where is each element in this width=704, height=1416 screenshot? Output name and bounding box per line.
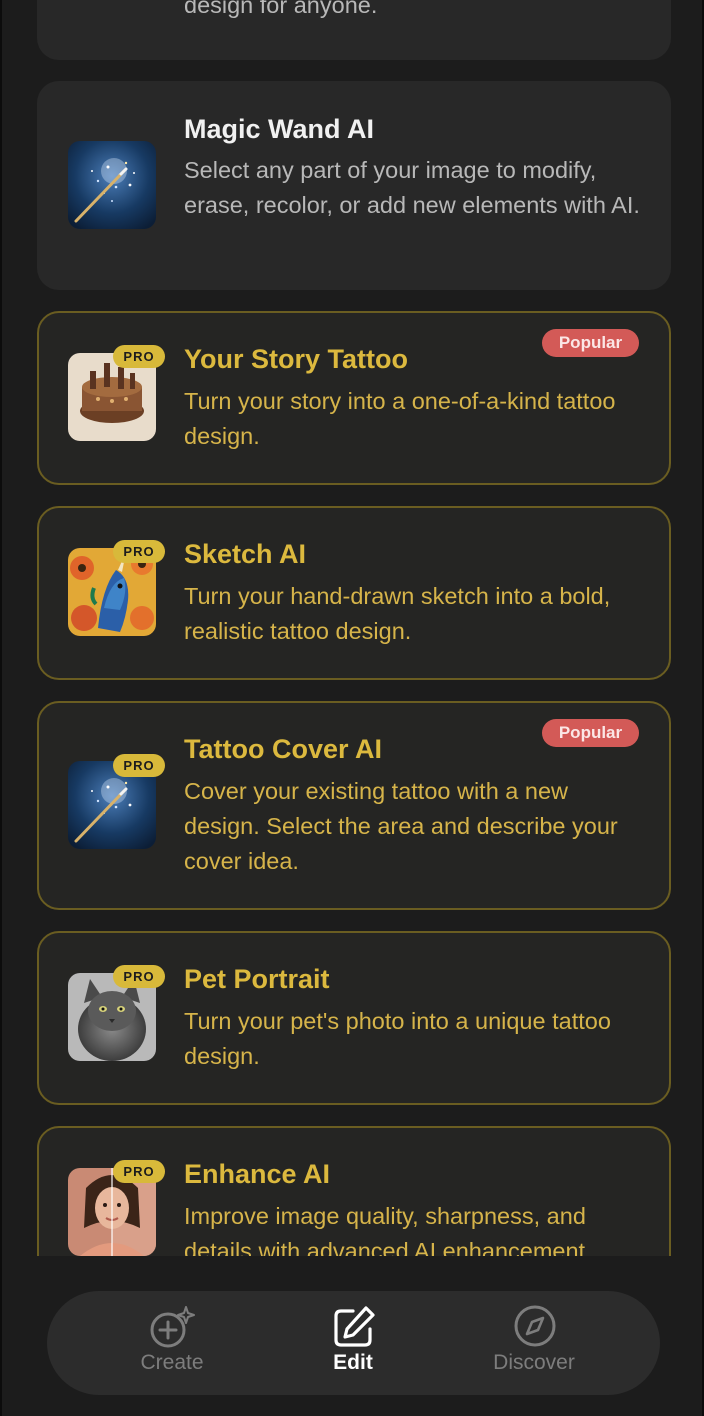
magic-wand-image: [68, 141, 156, 229]
tool-title: Sketch AI: [184, 539, 307, 569]
tool-desc: Cover your existing tattoo with a new de…: [184, 778, 618, 874]
pro-badge: PRO: [113, 754, 165, 777]
nav-label: Discover: [493, 1351, 575, 1374]
nav-label: Create: [140, 1351, 204, 1374]
sparkle-plus-icon: [150, 1306, 195, 1348]
tool-title: Tattoo Cover AI: [184, 734, 383, 764]
tool-title: Enhance AI: [184, 1159, 331, 1189]
tool-card-story-tattoo[interactable]: Popular PRO Your Story Tattoo Turn your …: [37, 311, 671, 485]
nav-item-create[interactable]: Create: [97, 1291, 247, 1395]
tool-card-enhance-ai[interactable]: PRO Enhance AI Improve image quality, sh…: [37, 1126, 671, 1256]
edit-pencil-icon: [334, 1306, 375, 1347]
popular-badge: Popular: [542, 329, 639, 357]
tool-desc: Select any part of your image to modify,…: [184, 157, 640, 218]
nav-label: Edit: [333, 1351, 373, 1374]
tool-list[interactable]: design for anyone. Magic Wand AI Select …: [0, 0, 704, 1256]
tool-card-sketch-ai[interactable]: PRO Sketch AI Turn your hand-drawn sketc…: [37, 506, 671, 680]
pro-badge: PRO: [113, 1160, 165, 1183]
tool-title: Magic Wand AI: [184, 114, 375, 144]
pro-badge: PRO: [113, 965, 165, 988]
tool-card-magic-wand[interactable]: Magic Wand AI Select any part of your im…: [37, 81, 671, 290]
tool-desc: Improve image quality, sharpness, and de…: [184, 1203, 592, 1256]
tool-title: Pet Portrait: [184, 964, 330, 994]
compass-icon: [514, 1305, 556, 1347]
tool-card-partial[interactable]: design for anyone.: [37, 0, 671, 60]
tool-title: Your Story Tattoo: [184, 344, 408, 374]
tool-desc: Turn your pet's photo into a unique tatt…: [184, 1008, 611, 1069]
tool-card-tattoo-cover[interactable]: Popular PRO Tattoo Cover AI Cover your e…: [37, 701, 671, 910]
tool-desc: Turn your hand-drawn sketch into a bold,…: [184, 583, 611, 644]
pro-badge: PRO: [113, 345, 165, 368]
nav-item-edit[interactable]: Edit: [278, 1291, 428, 1395]
bottom-nav: Create Edit Discover: [47, 1291, 660, 1395]
nav-item-discover[interactable]: Discover: [459, 1291, 609, 1395]
popular-badge: Popular: [542, 719, 639, 747]
tool-card-pet-portrait[interactable]: PRO Pet Portrait Turn your pet's photo i…: [37, 931, 671, 1105]
tool-card-desc: design for anyone.: [184, 0, 378, 18]
tool-desc: Turn your story into a one-of-a-kind tat…: [184, 388, 616, 449]
pro-badge: PRO: [113, 540, 165, 563]
